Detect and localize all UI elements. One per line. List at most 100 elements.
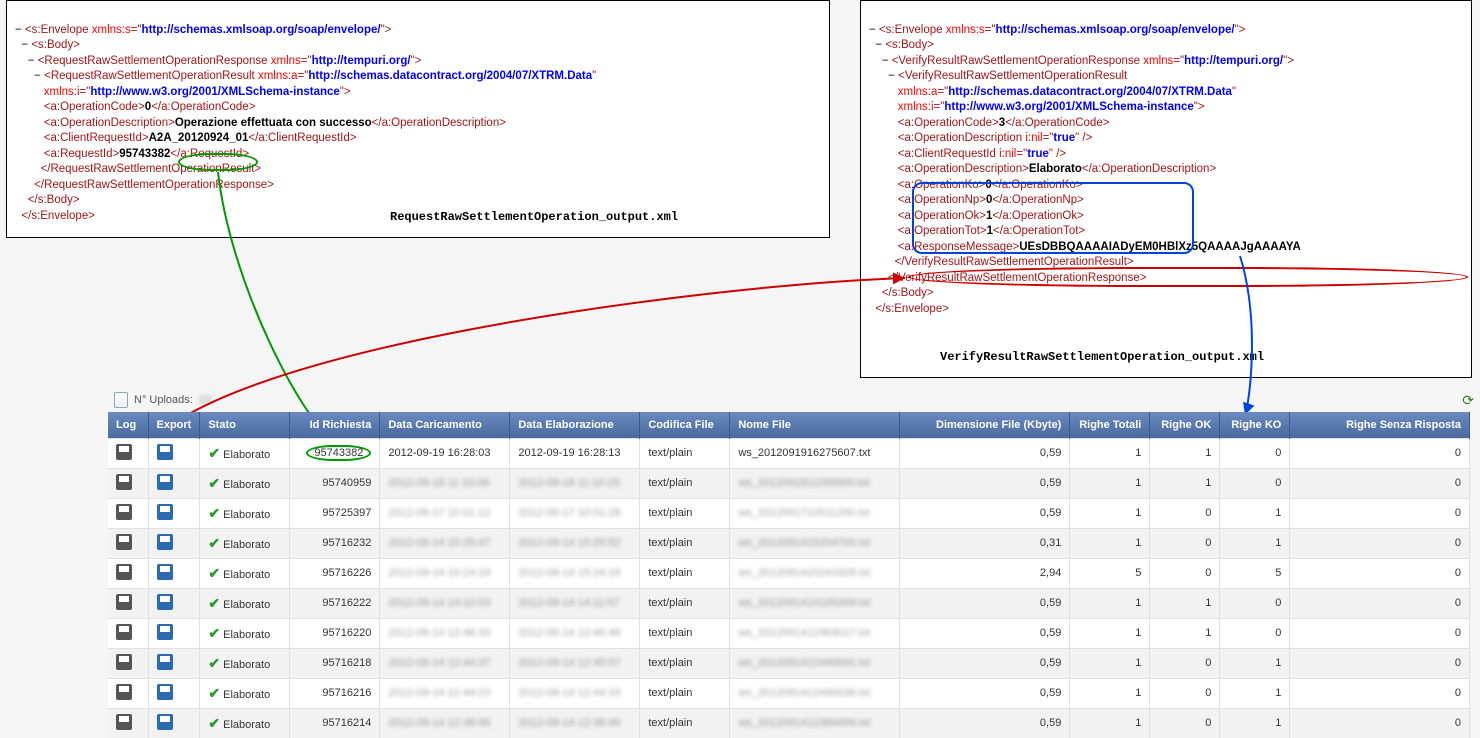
save-icon[interactable]: [116, 624, 132, 640]
filename-right: VerifyResultRawSettlementOperation_outpu…: [940, 350, 1264, 364]
save-icon-blue[interactable]: [157, 714, 173, 730]
ok-cell: 1: [1150, 618, 1220, 648]
save-icon[interactable]: [116, 654, 132, 670]
th-sr[interactable]: Righe Senza Risposta: [1290, 412, 1470, 438]
export-cell[interactable]: [148, 438, 200, 468]
save-icon[interactable]: [116, 534, 132, 550]
save-icon[interactable]: [116, 714, 132, 730]
datac-cell: 2012-09-18 11:10:06: [380, 468, 510, 498]
th-datac[interactable]: Data Caricamento: [380, 412, 510, 438]
sr-cell: 0: [1290, 468, 1470, 498]
nome-cell: ws_2012091415241929.txt: [730, 558, 900, 588]
datae-cell: 2012-09-19 16:28:13: [510, 438, 640, 468]
th-ok[interactable]: Righe OK: [1150, 412, 1220, 438]
export-cell[interactable]: [148, 678, 200, 708]
ko-cell: 0: [1220, 588, 1290, 618]
th-codifica[interactable]: Codifica File: [640, 412, 730, 438]
save-icon-blue[interactable]: [157, 534, 173, 550]
ok-cell: 0: [1150, 678, 1220, 708]
log-cell[interactable]: [108, 558, 148, 588]
th-id[interactable]: Id Richiesta: [290, 412, 380, 438]
th-export[interactable]: Export: [148, 412, 200, 438]
th-ko[interactable]: Righe KO: [1220, 412, 1290, 438]
tot-cell: 1: [1070, 708, 1150, 738]
save-icon-blue[interactable]: [157, 684, 173, 700]
save-icon-blue[interactable]: [157, 444, 173, 460]
th-datae[interactable]: Data Elaborazione: [510, 412, 640, 438]
log-cell[interactable]: [108, 618, 148, 648]
save-icon-blue[interactable]: [157, 624, 173, 640]
log-cell[interactable]: [108, 468, 148, 498]
th-dim[interactable]: Dimensione File (Kbyte): [900, 412, 1070, 438]
uploads-header: N° Uploads: 23: [114, 392, 211, 408]
datae-cell: 2012-09-14 12:46:49: [510, 618, 640, 648]
highlight-response-message: [908, 267, 1468, 287]
save-icon-blue[interactable]: [157, 474, 173, 490]
th-stato[interactable]: Stato: [200, 412, 290, 438]
reload-icon[interactable]: ⟳: [1462, 392, 1474, 409]
datae-cell: 2012-09-14 15:24:19: [510, 558, 640, 588]
tot-cell: 1: [1070, 468, 1150, 498]
th-tot[interactable]: Righe Totali: [1070, 412, 1150, 438]
nome-cell: ws_2012091412384494.txt: [730, 708, 900, 738]
export-cell[interactable]: [148, 618, 200, 648]
nome-cell: ws_2012091710011250.txt: [730, 498, 900, 528]
ko-cell: 0: [1220, 618, 1290, 648]
save-icon-blue[interactable]: [157, 594, 173, 610]
log-cell[interactable]: [108, 498, 148, 528]
sr-cell: 0: [1290, 498, 1470, 528]
sr-cell: 0: [1290, 648, 1470, 678]
table-row: ✔ Elaborato957162322012-09-14 15:25:4720…: [108, 528, 1470, 558]
sr-cell: 0: [1290, 528, 1470, 558]
export-cell[interactable]: [148, 498, 200, 528]
export-cell[interactable]: [148, 648, 200, 678]
th-log[interactable]: Log: [108, 412, 148, 438]
log-cell[interactable]: [108, 648, 148, 678]
dim-cell: 0,59: [900, 708, 1070, 738]
nome-cell: ws_2012091412440036.txt: [730, 678, 900, 708]
stato-cell: ✔ Elaborato: [200, 558, 290, 588]
datac-cell: 2012-09-14 12:46:33: [380, 618, 510, 648]
check-icon: ✔: [208, 655, 220, 671]
uploads-count: 23: [199, 394, 211, 406]
datae-cell: 2012-09-14 14:11:57: [510, 588, 640, 618]
dim-cell: 0,59: [900, 678, 1070, 708]
export-cell[interactable]: [148, 468, 200, 498]
tot-cell: 1: [1070, 678, 1150, 708]
log-cell[interactable]: [108, 708, 148, 738]
table-row: ✔ Elaborato957433822012-09-19 16:28:0320…: [108, 438, 1470, 468]
export-cell[interactable]: [148, 708, 200, 738]
save-icon[interactable]: [116, 564, 132, 580]
ok-cell: 0: [1150, 528, 1220, 558]
check-icon: ✔: [208, 535, 220, 551]
ok-cell: 0: [1150, 558, 1220, 588]
save-icon-blue[interactable]: [157, 564, 173, 580]
datac-cell: 2012-09-17 10:01:12: [380, 498, 510, 528]
save-icon[interactable]: [116, 684, 132, 700]
tot-cell: 1: [1070, 648, 1150, 678]
export-cell[interactable]: [148, 528, 200, 558]
stato-cell: ✔ Elaborato: [200, 708, 290, 738]
save-icon-blue[interactable]: [157, 504, 173, 520]
export-cell[interactable]: [148, 588, 200, 618]
save-icon-blue[interactable]: [157, 654, 173, 670]
save-icon[interactable]: [116, 504, 132, 520]
save-icon[interactable]: [116, 444, 132, 460]
log-cell[interactable]: [108, 438, 148, 468]
check-icon: ✔: [208, 505, 220, 521]
log-cell[interactable]: [108, 588, 148, 618]
codifica-cell: text/plain: [640, 498, 730, 528]
export-cell[interactable]: [148, 558, 200, 588]
log-cell[interactable]: [108, 678, 148, 708]
tot-cell: 1: [1070, 528, 1150, 558]
ok-cell: 1: [1150, 438, 1220, 468]
nome-cell: ws_2012091414105349.txt: [730, 588, 900, 618]
stato-cell: ✔ Elaborato: [200, 468, 290, 498]
save-icon[interactable]: [116, 474, 132, 490]
ko-cell: 1: [1220, 708, 1290, 738]
th-nome[interactable]: Nome File: [730, 412, 900, 438]
datac-cell: 2012-09-14 14:10:53: [380, 588, 510, 618]
log-cell[interactable]: [108, 528, 148, 558]
save-icon[interactable]: [116, 594, 132, 610]
ko-cell: 0: [1220, 438, 1290, 468]
